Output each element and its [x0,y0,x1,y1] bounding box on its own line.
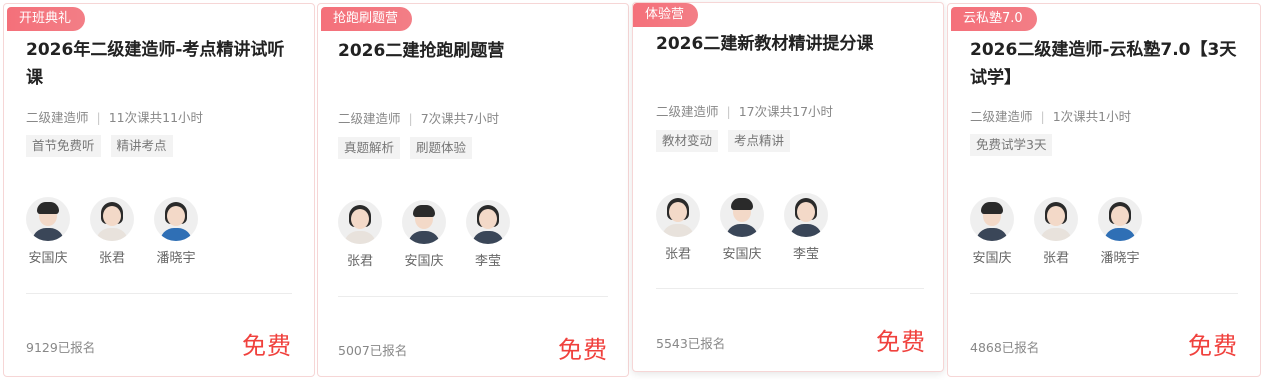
course-badge: 体验营 [633,3,699,27]
teacher-name: 安国庆 [404,254,444,269]
course-lessons: 11次课共11小时 [108,110,204,125]
teacher[interactable]: 潘晓宇 [144,197,208,266]
course-exam: 二级建造师 [338,111,401,126]
course-exam: 二级建造师 [26,110,89,125]
teacher[interactable]: 李莹 [456,200,520,269]
enrolled-count: 4868已报名 [970,340,1040,355]
course-title[interactable]: 2026二建新教材精讲提分课 [656,30,926,58]
course-meta: 二级建造师 | 11次课共11小时 [26,110,204,125]
teacher-name: 张君 [1042,251,1069,266]
course-meta: 二级建造师 | 7次课共7小时 [338,111,500,126]
teacher-avatar [784,193,828,237]
teacher-name: 张君 [98,251,125,266]
teacher-list: 张君 安国庆 李莹 [328,200,520,269]
course-tag: 首节免费听 [26,135,101,157]
teacher-avatar [90,197,134,241]
enrolled-count: 5543已报名 [656,336,726,351]
course-lessons: 17次课共17小时 [738,104,834,119]
course-tags: 真题解析 刷题体验 [338,137,473,159]
teacher-avatar [466,200,510,244]
course-title[interactable]: 2026二级建造师-云私塾7.0【3天试学】 [970,36,1242,92]
course-title[interactable]: 2026年二级建造师-考点精讲试听课 [26,36,296,92]
teacher-name: 李莹 [792,247,819,262]
teacher-avatar [720,193,764,237]
teacher-name: 潘晓宇 [1100,251,1140,266]
teacher[interactable]: 张君 [80,197,144,266]
teacher-list: 安国庆 张君 潘晓宇 [960,197,1152,266]
course-price: 免费 [876,328,926,356]
teacher[interactable]: 安国庆 [392,200,456,269]
course-badge: 抢跑刷题营 [321,7,413,31]
teacher-name: 潘晓宇 [156,251,196,266]
teacher-avatar [338,200,382,244]
teacher[interactable]: 张君 [1024,197,1088,266]
teacher[interactable]: 张君 [328,200,392,269]
teacher-name: 张君 [346,254,373,269]
teacher-avatar [402,200,446,244]
teacher[interactable]: 安国庆 [710,193,774,262]
course-exam: 二级建造师 [656,104,719,119]
course-title[interactable]: 2026二建抢跑刷题营 [338,37,608,65]
card-divider [26,293,292,294]
teacher-name: 安国庆 [28,251,68,266]
course-lessons: 1次课共1小时 [1052,109,1132,124]
teacher-name: 张君 [664,247,691,262]
teacher-avatar [26,197,70,241]
course-tags: 教材变动 考点精讲 [656,130,791,152]
card-divider [338,296,608,297]
enrolled-count: 5007已报名 [338,343,408,358]
course-badge: 云私塾7.0 [951,7,1037,31]
teacher[interactable]: 张君 [646,193,710,262]
teacher-avatar [1098,197,1142,241]
teacher[interactable]: 安国庆 [960,197,1024,266]
course-meta: 二级建造师 | 1次课共1小时 [970,109,1132,124]
course-badge: 开班典礼 [7,7,86,31]
course-tag: 刷题体验 [410,137,473,159]
card-divider [970,293,1238,294]
teacher-avatar [970,197,1014,241]
teacher[interactable]: 潘晓宇 [1088,197,1152,266]
teacher-name: 安国庆 [722,247,762,262]
course-price: 免费 [558,336,608,364]
teacher-avatar [656,193,700,237]
course-lessons: 7次课共7小时 [420,111,500,126]
teacher-avatar [154,197,198,241]
course-card[interactable]: 云私塾7.0 2026二级建造师-云私塾7.0【3天试学】 二级建造师 | 1次课共… [947,3,1261,377]
teacher-name: 李莹 [474,254,501,269]
card-divider [656,288,924,289]
course-card[interactable]: 抢跑刷题营 2026二建抢跑刷题营 二级建造师 | 7次课共7小时 真题解析 刷题体… [317,3,629,377]
course-tags: 首节免费听 精讲考点 [26,135,173,157]
course-tag: 考点精讲 [728,130,791,152]
course-tag: 免费试学3天 [970,134,1053,156]
teacher-name: 安国庆 [972,251,1012,266]
course-card[interactable]: 开班典礼 2026年二级建造师-考点精讲试听课 二级建造师 | 11次课共11小时 … [3,3,315,377]
course-card[interactable]: 体验营 2026二建新教材精讲提分课 二级建造师 | 17次课共17小时 教材变动 … [632,2,944,372]
course-tag: 教材变动 [656,130,719,152]
course-price: 免费 [1188,332,1238,360]
course-price: 免费 [242,332,292,360]
teacher-list: 张君 安国庆 李莹 [646,193,838,262]
course-tags: 免费试学3天 [970,134,1053,156]
course-meta: 二级建造师 | 17次课共17小时 [656,104,834,119]
course-tag: 精讲考点 [110,135,173,157]
course-tag: 真题解析 [338,137,401,159]
teacher-avatar [1034,197,1078,241]
teacher[interactable]: 安国庆 [16,197,80,266]
course-exam: 二级建造师 [970,109,1033,124]
enrolled-count: 9129已报名 [26,340,96,355]
teacher[interactable]: 李莹 [774,193,838,262]
teacher-list: 安国庆 张君 潘晓宇 [16,197,208,266]
